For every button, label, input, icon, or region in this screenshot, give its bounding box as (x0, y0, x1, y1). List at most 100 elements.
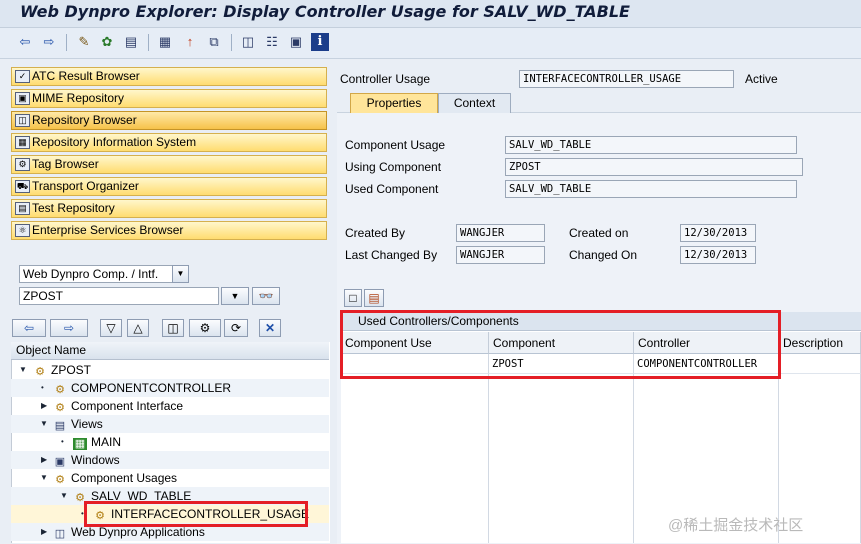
expanded-toggle-icon[interactable]: ▼ (19, 361, 27, 379)
tree-node[interactable]: ▼ ⚙ ZPOST (11, 361, 329, 379)
created-by-field[interactable]: WANGJER (456, 224, 545, 242)
table-title: Used Controllers/Components (341, 312, 861, 331)
created-on-label: Created on (569, 226, 629, 240)
view-icon: ▦ (73, 438, 87, 450)
tree-node[interactable]: ▼ ▤ Views (11, 415, 329, 433)
back-icon[interactable]: ⇦ (16, 33, 34, 51)
test-icon: ▤ (15, 202, 30, 215)
tree-forward-icon[interactable]: ⇨ (50, 319, 88, 337)
table-empty-column (341, 374, 489, 543)
mime-icon: ▣ (15, 92, 30, 105)
tree-node-selected[interactable]: • ⚙ INTERFACECONTROLLER_USAGE (11, 505, 329, 523)
table-cell[interactable] (779, 354, 861, 374)
using-component-field[interactable]: ZPOST (505, 158, 803, 176)
used-component-label: Used Component (345, 182, 439, 196)
tree-node[interactable]: ▶ ◫ Web Dynpro Applications (11, 523, 329, 541)
leaf-bullet-icon: • (81, 509, 84, 518)
windows-folder-icon: ▣ (54, 456, 66, 468)
component-usage-field[interactable]: SALV_WD_TABLE (505, 136, 797, 154)
info-icon[interactable]: i (311, 33, 329, 51)
delete-row-icon[interactable]: ▤ (364, 289, 384, 307)
collapsed-toggle-icon[interactable]: ▶ (41, 523, 47, 541)
collapse-all-icon[interactable]: △ (127, 319, 149, 337)
status-text: Active (745, 72, 778, 86)
expand-all-icon[interactable]: ▽ (100, 319, 122, 337)
display-glasses-icon[interactable]: 👓 (252, 287, 280, 305)
collapsed-toggle-icon[interactable]: ▶ (41, 451, 47, 469)
nav-repository-browser[interactable]: ◫ Repository Browser (11, 111, 327, 130)
object-type-select[interactable]: Web Dynpro Comp. / Intf. (19, 265, 173, 283)
tab-properties[interactable]: Properties (350, 93, 438, 113)
created-by-label: Created By (345, 226, 406, 240)
controller-usage-label: Controller Usage (340, 72, 431, 86)
settings-icon[interactable]: ⚙ (189, 319, 221, 337)
tree-node[interactable]: ▼ ⚙ SALV_WD_TABLE (11, 487, 329, 505)
tree-node[interactable]: • ⚙ COMPONENTCONTROLLER (11, 379, 329, 397)
column-header[interactable]: Component (489, 332, 634, 354)
hierarchy-icon[interactable]: ◫ (162, 319, 184, 337)
refresh-icon[interactable]: ⟳ (224, 319, 248, 337)
collapsed-toggle-icon[interactable]: ▶ (41, 397, 47, 415)
controller-icon: ⚙ (55, 384, 65, 396)
controller-usage-field[interactable]: INTERFACECONTROLLER_USAGE (519, 70, 734, 88)
toolbar-separator (231, 34, 232, 51)
nav-tag-browser[interactable]: ⚙ Tag Browser (11, 155, 327, 174)
table-cell[interactable]: COMPONENTCONTROLLER (634, 354, 779, 374)
last-changed-by-field[interactable]: WANGJER (456, 246, 545, 264)
navigation-window-icon[interactable]: ⧉ (205, 33, 223, 51)
tree-node[interactable]: ▶ ⚙ Component Interface (11, 397, 329, 415)
leaf-bullet-icon: • (61, 437, 64, 446)
component-usage-icon: ⚙ (75, 492, 85, 504)
object-name-input[interactable]: ZPOST (19, 287, 219, 305)
display-list-icon[interactable]: ☷ (263, 33, 281, 51)
close-icon[interactable]: ✕ (259, 319, 281, 337)
nav-test-repository[interactable]: ▤ Test Repository (11, 199, 327, 218)
title-bar: Web Dynpro Explorer: Display Controller … (0, 0, 861, 28)
other-object-icon[interactable]: ✎ (75, 33, 93, 51)
expanded-toggle-icon[interactable]: ▼ (40, 415, 48, 433)
tree-back-icon[interactable]: ⇦ (12, 319, 46, 337)
used-component-field[interactable]: SALV_WD_TABLE (505, 180, 797, 198)
changed-on-field[interactable]: 12/30/2013 (680, 246, 756, 264)
where-used-icon[interactable]: ▦ (156, 33, 174, 51)
object-hierarchy-icon[interactable]: ◫ (239, 33, 257, 51)
tab-context[interactable]: Context (438, 93, 511, 113)
atc-icon: ✓ (15, 70, 30, 83)
tree-node[interactable]: ▼ ⚙ Component Usages (11, 469, 329, 487)
created-on-field[interactable]: 12/30/2013 (680, 224, 756, 242)
table-cell[interactable]: ZPOST (489, 354, 634, 374)
column-header[interactable]: Controller (634, 332, 779, 354)
expanded-toggle-icon[interactable]: ▼ (40, 469, 48, 487)
chevron-down-icon[interactable]: ▼ (172, 265, 189, 283)
activate-icon[interactable]: ✿ (98, 33, 116, 51)
component-usage-label: Component Usage (345, 138, 446, 152)
column-header[interactable]: Component Use (341, 332, 489, 354)
column-header[interactable]: Description (779, 332, 861, 354)
nav-transport-organizer[interactable]: ⛟ Transport Organizer (11, 177, 327, 196)
new-document-icon[interactable]: □ (344, 289, 362, 307)
applications-icon: ◫ (54, 528, 66, 540)
nav-repository-information-system[interactable]: ▦ Repository Information System (11, 133, 327, 152)
display-object-list-icon[interactable]: ▤ (122, 33, 140, 51)
table-cell[interactable] (341, 354, 489, 374)
table-empty-column (489, 374, 634, 543)
forward-icon[interactable]: ⇨ (40, 33, 58, 51)
watermark-text: @稀土掘金技术社区 (668, 517, 804, 534)
expanded-toggle-icon[interactable]: ▼ (60, 487, 68, 505)
controller-usage-icon: ⚙ (95, 510, 105, 522)
up-icon[interactable]: ↑ (181, 33, 199, 51)
info-system-icon: ▦ (15, 136, 30, 149)
tree-node[interactable]: • ▦ MAIN (11, 433, 329, 451)
toolbar-separator (66, 34, 67, 51)
interface-icon: ⚙ (55, 402, 65, 414)
repository-icon: ◫ (15, 114, 30, 127)
tree-node[interactable]: ▶ ▣ Windows (11, 451, 329, 469)
views-folder-icon: ▤ (54, 420, 66, 432)
nav-atc-result-browser[interactable]: ✓ ATC Result Browser (11, 67, 327, 86)
nav-enterprise-services-browser[interactable]: ⚛ Enterprise Services Browser (11, 221, 327, 240)
component-icon: ⚙ (35, 366, 45, 378)
nav-mime-repository[interactable]: ▣ MIME Repository (11, 89, 327, 108)
dropdown-arrow-icon[interactable]: ▼ (221, 287, 249, 305)
using-component-label: Using Component (345, 160, 442, 174)
window-icon[interactable]: ▣ (287, 33, 305, 51)
